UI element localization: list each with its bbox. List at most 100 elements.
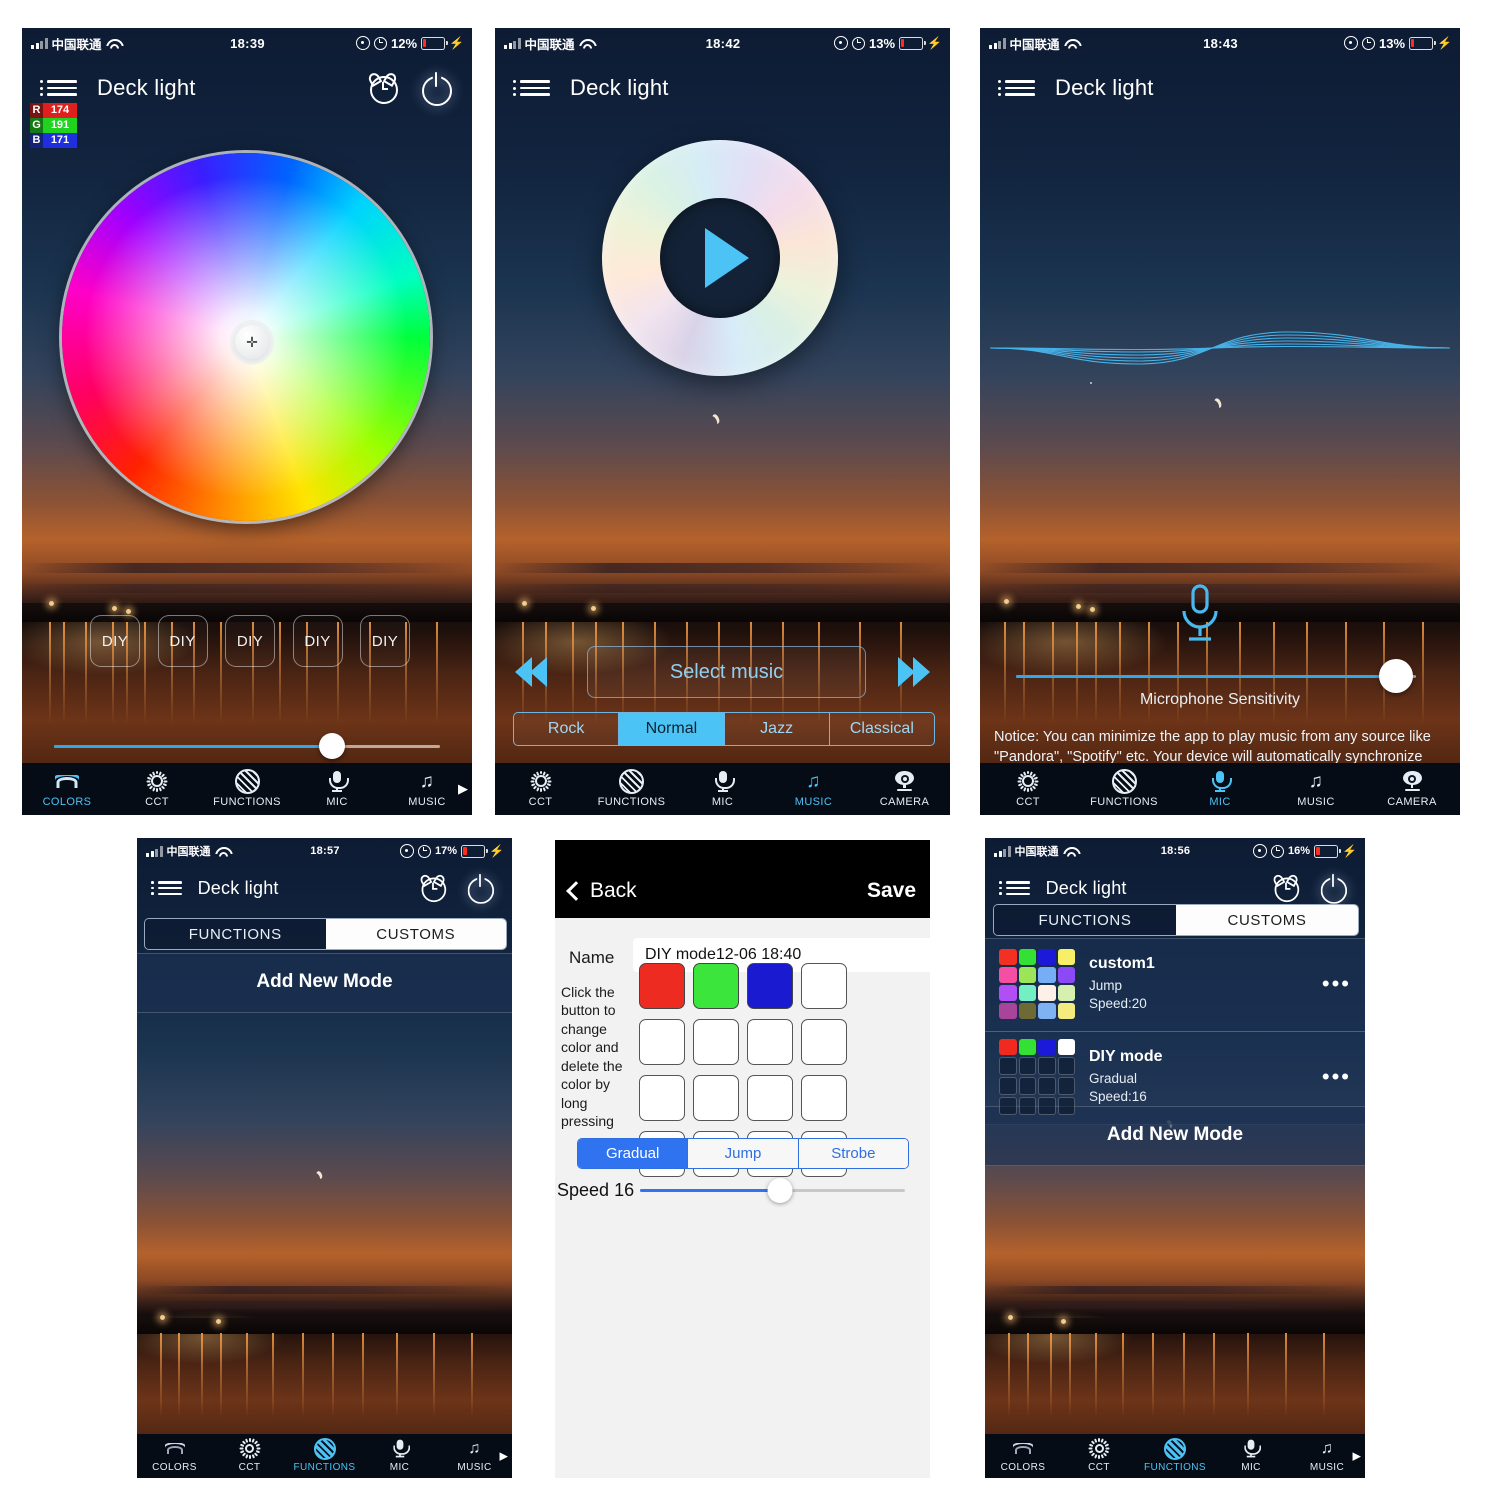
power-icon[interactable]	[420, 72, 452, 106]
power-icon[interactable]	[466, 873, 495, 904]
effect-strobe[interactable]: Strobe	[798, 1139, 908, 1168]
nav-colors[interactable]: COLORS	[22, 770, 112, 808]
genre-classical[interactable]: Classical	[830, 713, 934, 745]
nav-more-arrow-icon[interactable]: ▶	[458, 781, 468, 797]
speed-slider-knob[interactable]	[767, 1178, 793, 1203]
alarm-clock-icon[interactable]	[366, 71, 399, 104]
effect-jump[interactable]: Jump	[688, 1139, 799, 1168]
music-note-icon: ♫	[1320, 1439, 1334, 1457]
microphone-sensitivity-slider[interactable]	[1016, 659, 1416, 693]
swatch-cell[interactable]	[801, 963, 847, 1009]
mic-sensitivity-knob[interactable]	[1379, 659, 1413, 693]
nav-cct[interactable]: CCT	[980, 770, 1076, 808]
speed-slider[interactable]	[640, 1178, 905, 1203]
nav-cct[interactable]: CCT	[112, 770, 202, 808]
diy-preset-4[interactable]: DIY	[292, 615, 343, 667]
table-row[interactable]: custom1 Jump Speed:20 •••	[985, 938, 1365, 1030]
alarm-clock-icon[interactable]	[1271, 873, 1300, 903]
music-disc-play-button[interactable]	[602, 140, 838, 376]
genre-normal[interactable]: Normal	[619, 713, 725, 745]
hamburger-list-icon[interactable]	[22, 80, 77, 96]
mode-effect: Gradual	[1089, 1070, 1138, 1086]
swatch-cell[interactable]	[693, 1019, 739, 1065]
nav-cct[interactable]: CCT	[1061, 1438, 1137, 1473]
battery-icon	[1409, 36, 1436, 50]
nav-colors[interactable]: COLORS	[985, 1440, 1061, 1473]
swatch-cell[interactable]	[801, 1019, 847, 1065]
nav-mic[interactable]: MIC	[677, 770, 768, 808]
swatch-cell[interactable]	[639, 963, 685, 1009]
nav-functions[interactable]: FUNCTIONS	[287, 1437, 362, 1473]
status-time: 18:57	[310, 845, 340, 857]
power-icon[interactable]	[1319, 873, 1348, 904]
nav-more-arrow-icon[interactable]: ▶	[1353, 1450, 1361, 1463]
add-new-mode-button[interactable]: Add New Mode	[985, 1106, 1365, 1164]
nav-functions[interactable]: FUNCTIONS	[202, 768, 292, 808]
hamburger-list-icon[interactable]	[980, 80, 1035, 96]
hamburger-list-icon[interactable]	[985, 881, 1030, 895]
nav-functions[interactable]: FUNCTIONS	[1137, 1437, 1213, 1473]
diy-preset-1[interactable]: DIY	[90, 615, 140, 667]
effect-gradual[interactable]: Gradual	[578, 1139, 689, 1168]
color-wheel[interactable]: ✛	[62, 153, 430, 521]
tab-functions[interactable]: FUNCTIONS	[145, 919, 326, 949]
sun-icon	[1090, 1438, 1108, 1459]
mode-swatch	[1057, 1003, 1075, 1019]
hatched-circle-icon	[313, 1437, 336, 1460]
brightness-slider-knob[interactable]	[318, 733, 345, 759]
next-track-button[interactable]	[898, 654, 930, 690]
swatch-cell[interactable]	[801, 1075, 847, 1121]
genre-jazz[interactable]: Jazz	[725, 713, 830, 745]
diy-preset-3[interactable]: DIY	[225, 615, 275, 667]
swatch-cell[interactable]	[747, 963, 793, 1009]
back-button[interactable]: Back	[566, 879, 637, 903]
nav-cct[interactable]: CCT	[212, 1438, 287, 1473]
disc-center[interactable]	[660, 198, 780, 318]
color-wheel-cursor[interactable]: ✛	[235, 325, 269, 359]
save-button[interactable]: Save	[867, 879, 916, 903]
diy-preset-5[interactable]: DIY	[360, 615, 410, 667]
more-options-icon[interactable]: •••	[1322, 973, 1351, 995]
alarm-clock-icon[interactable]	[418, 873, 447, 903]
swatch-cell[interactable]	[639, 1075, 685, 1121]
tab-customs[interactable]: CUSTOMS	[1176, 905, 1358, 935]
hamburger-list-icon[interactable]	[137, 881, 182, 895]
nav-label: MIC	[389, 1461, 410, 1473]
swatch-cell[interactable]	[693, 963, 739, 1009]
mode-color-grid	[999, 1039, 1075, 1115]
mode-swatch	[1038, 1039, 1056, 1055]
nav-mic[interactable]: MIC	[1172, 770, 1268, 808]
swatch-cell[interactable]	[747, 1019, 793, 1065]
genre-rock[interactable]: Rock	[514, 713, 620, 745]
nav-music[interactable]: ♫ MUSIC	[1268, 770, 1364, 809]
nav-functions[interactable]: FUNCTIONS	[586, 768, 677, 808]
nav-music[interactable]: ♫ MUSIC	[768, 770, 859, 809]
swatch-cell[interactable]	[693, 1075, 739, 1121]
nav-camera[interactable]: CAMERA	[859, 770, 950, 808]
hamburger-list-icon[interactable]	[495, 80, 550, 96]
previous-track-button[interactable]	[515, 654, 547, 690]
nav-functions[interactable]: FUNCTIONS	[1076, 768, 1172, 808]
diy-preset-2[interactable]: DIY	[157, 615, 208, 667]
tab-functions[interactable]: FUNCTIONS	[994, 905, 1176, 935]
rotation-lock-icon	[1344, 36, 1359, 50]
nav-colors[interactable]: COLORS	[137, 1440, 212, 1473]
status-bar: 中国联通 18:43 13% ⚡	[980, 28, 1460, 58]
select-music-button[interactable]: Select music	[587, 646, 866, 698]
page-title: Deck light	[97, 75, 196, 100]
nav-mic[interactable]: MIC	[362, 1439, 437, 1473]
nav-cct[interactable]: CCT	[495, 770, 586, 808]
more-options-icon[interactable]: •••	[1322, 1066, 1351, 1088]
nav-camera[interactable]: CAMERA	[1364, 770, 1460, 808]
nav-mic[interactable]: MIC	[1213, 1439, 1289, 1473]
rgb-g-label: G	[30, 118, 43, 133]
rotation-lock-icon	[400, 844, 415, 858]
nav-more-arrow-icon[interactable]: ▶	[500, 1450, 508, 1463]
carrier-label: 中国联通	[1014, 846, 1059, 858]
tab-customs[interactable]: CUSTOMS	[325, 919, 506, 949]
nav-mic[interactable]: MIC	[292, 770, 382, 808]
swatch-cell[interactable]	[639, 1019, 685, 1065]
brightness-slider[interactable]	[54, 733, 440, 759]
add-new-mode-button[interactable]: Add New Mode	[137, 953, 512, 1011]
swatch-cell[interactable]	[747, 1075, 793, 1121]
